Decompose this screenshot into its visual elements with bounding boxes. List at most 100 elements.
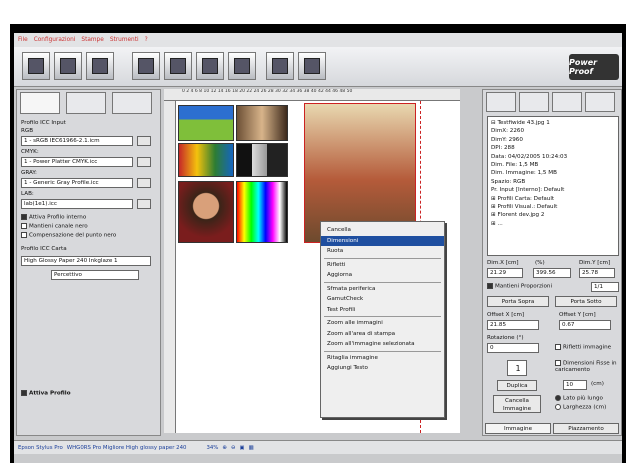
zoom-in-icon[interactable]: ⊕ xyxy=(222,445,227,451)
menu-help[interactable]: ? xyxy=(145,37,148,43)
photo-landscape[interactable] xyxy=(178,105,234,141)
black-point-checkbox[interactable]: Compensazione del punto nero xyxy=(21,232,116,239)
long-side-radio[interactable]: Lato più lungo xyxy=(555,395,603,402)
cmyk-profile-select[interactable]: 1 - Power Platter CMYK.icc xyxy=(21,157,133,167)
tab-disc[interactable] xyxy=(66,92,106,114)
context-menu-item[interactable]: GamutCheck xyxy=(321,294,444,305)
rotation-select[interactable]: 0 xyxy=(487,343,539,353)
context-menu-item[interactable]: Ritaglia immagine xyxy=(321,353,444,364)
delete-image-button[interactable]: Cancella Immagine xyxy=(493,395,541,413)
fixed-dims-checkbox[interactable]: Dimensioni Fisse in caricamento xyxy=(555,360,619,373)
send-back-button[interactable]: Porta Sotto xyxy=(555,296,617,307)
tab-piazzamento[interactable]: Piazzamento xyxy=(553,423,619,434)
tab-immagine[interactable]: Immagine xyxy=(485,423,551,434)
print-icon[interactable] xyxy=(228,52,256,80)
dimy-input[interactable]: 25.78 xyxy=(579,268,615,278)
offy-input[interactable]: 0.67 xyxy=(559,320,611,330)
context-menu-item[interactable]: Rifletti xyxy=(321,260,444,271)
context-menu-item[interactable]: Zoom all'area di stampa xyxy=(321,329,444,340)
keep-proportions-checkbox[interactable]: Mantieni Proporzioni xyxy=(487,283,552,290)
photo-woman[interactable] xyxy=(178,181,234,243)
percent-input[interactable]: 399.56 xyxy=(533,268,571,278)
active-profile-checkbox[interactable]: Attiva Profilo xyxy=(21,390,71,397)
menu-separator xyxy=(324,316,441,317)
rgb-browse-button[interactable] xyxy=(137,136,151,146)
tree-item[interactable]: ⊞ Florent dev.jpg 2 xyxy=(491,211,615,219)
copies-input[interactable]: 1 xyxy=(507,360,527,376)
menu-stampe[interactable]: Stampe xyxy=(81,37,103,43)
settings-icon[interactable] xyxy=(298,52,326,80)
printer-name[interactable]: Epson Stylus Pro xyxy=(18,445,63,451)
menu-configurazioni[interactable]: Configurazioni xyxy=(34,37,76,43)
context-menu-item[interactable]: Ruota xyxy=(321,246,444,257)
open-icon[interactable] xyxy=(54,52,82,80)
photo-bw-scene[interactable] xyxy=(236,143,288,177)
context-menu-item[interactable]: Cancella xyxy=(321,225,444,236)
rgb-profile-select[interactable]: 1 - sRGB IEC61966-2.1.icm xyxy=(21,136,133,146)
tab-document[interactable] xyxy=(552,92,582,112)
offx-input[interactable]: 21.85 xyxy=(487,320,539,330)
section-title: Profilo ICC Input xyxy=(21,120,66,126)
context-menu-item[interactable]: Aggiungi Testo xyxy=(321,363,444,374)
scanner-icon[interactable] xyxy=(266,52,294,80)
context-menu-item[interactable]: Test Profili xyxy=(321,305,444,316)
tree-item[interactable]: DimX: 2260 xyxy=(491,127,615,135)
tree-item[interactable]: Pr. Input [Interno]: Default xyxy=(491,186,615,194)
width-radio[interactable]: Larghezza (cm) xyxy=(555,404,606,411)
dimx-label: Dim.X [cm] xyxy=(487,260,519,266)
context-menu-item[interactable]: Zoom all'immagine selezionata xyxy=(321,339,444,350)
tree-item[interactable]: ⊟ Testfiwide 43.jpg 1 xyxy=(491,119,615,127)
grid-icon[interactable]: ▦ xyxy=(249,445,254,451)
tree-item[interactable]: Dim. File: 1,5 MB xyxy=(491,161,615,169)
zoom-out-icon[interactable]: ⊖ xyxy=(231,445,236,451)
save-icon[interactable] xyxy=(86,52,114,80)
tab-color[interactable] xyxy=(112,92,152,114)
tree-item[interactable]: ⊞ ... xyxy=(491,220,615,228)
context-menu-item[interactable]: Sfmata periferica xyxy=(321,284,444,295)
tree-item[interactable]: ⊞ Profili Visual.: Default xyxy=(491,203,615,211)
layout-icon[interactable] xyxy=(164,52,192,80)
intent-select[interactable]: Percettivo xyxy=(51,270,139,280)
tab-tools[interactable] xyxy=(20,92,60,114)
photo-color-pencils[interactable] xyxy=(178,143,234,177)
lab-profile-select[interactable]: lab(1e1).icc xyxy=(21,199,133,209)
tree-item[interactable]: Spazio: RGB xyxy=(491,178,615,186)
dimx-input[interactable]: 21.29 xyxy=(487,268,523,278)
reflect-checkbox[interactable]: Rifletti immagine xyxy=(555,344,611,351)
context-menu-item[interactable]: Zoom alle immagini xyxy=(321,318,444,329)
tree-item[interactable]: DPI: 288 xyxy=(491,144,615,152)
tab-layout[interactable] xyxy=(519,92,549,112)
context-menu-item[interactable]: Dimensioni xyxy=(321,235,444,246)
paper-name[interactable]: WHG0RS Pro Migliore High glossy paper 24… xyxy=(67,445,187,451)
fit-icon[interactable]: ▣ xyxy=(239,445,244,451)
zoom-level[interactable]: 34% xyxy=(206,445,218,451)
image-info-tree[interactable]: ⊟ Testfiwide 43.jpg 1 DimX: 2260 DimY: 2… xyxy=(487,116,619,256)
menu-file[interactable]: File xyxy=(18,37,28,43)
tab-tree[interactable] xyxy=(486,92,516,112)
bring-front-button[interactable]: Porta Sopra xyxy=(487,296,549,307)
print-preview-icon[interactable] xyxy=(196,52,224,80)
paper-profile-select[interactable]: High Glossy Paper 240 Inkglaze 1 xyxy=(21,256,151,266)
tree-item[interactable]: ⊞ Profili Carta: Default xyxy=(491,195,615,203)
menu-separator xyxy=(324,257,441,259)
tree-item[interactable]: Dim. Immagine: 1,5 MB xyxy=(491,169,615,177)
internal-profile-checkbox[interactable]: Attiva Profilo interno xyxy=(21,214,86,221)
gray-browse-button[interactable] xyxy=(137,178,151,188)
fixed-dim-input[interactable]: 10 xyxy=(563,380,587,390)
photo-portrait[interactable] xyxy=(236,105,288,141)
tree-item[interactable]: DimY: 2960 xyxy=(491,136,615,144)
menu-strumenti[interactable]: Strumenti xyxy=(110,37,139,43)
duplicate-button[interactable]: Duplica xyxy=(497,380,537,391)
keep-black-checkbox[interactable]: Mantieni canale nero xyxy=(21,223,88,230)
tab-bookmark[interactable] xyxy=(585,92,615,112)
ratio-select[interactable]: 1/1 xyxy=(591,282,619,292)
photo-test-chart[interactable] xyxy=(236,181,288,243)
gray-profile-select[interactable]: 1 - Generic Gray Profile.icc xyxy=(21,178,133,188)
new-page-icon[interactable] xyxy=(22,52,50,80)
context-menu: Cancella Dimensioni Ruota Rifletti Aggiorna S… xyxy=(320,221,445,418)
lab-browse-button[interactable] xyxy=(137,199,151,209)
context-menu-item[interactable]: Aggiorna xyxy=(321,270,444,281)
tree-item[interactable]: Data: 04/02/2005 10:24:03 xyxy=(491,153,615,161)
cmyk-browse-button[interactable] xyxy=(137,157,151,167)
image-icon[interactable] xyxy=(132,52,160,80)
